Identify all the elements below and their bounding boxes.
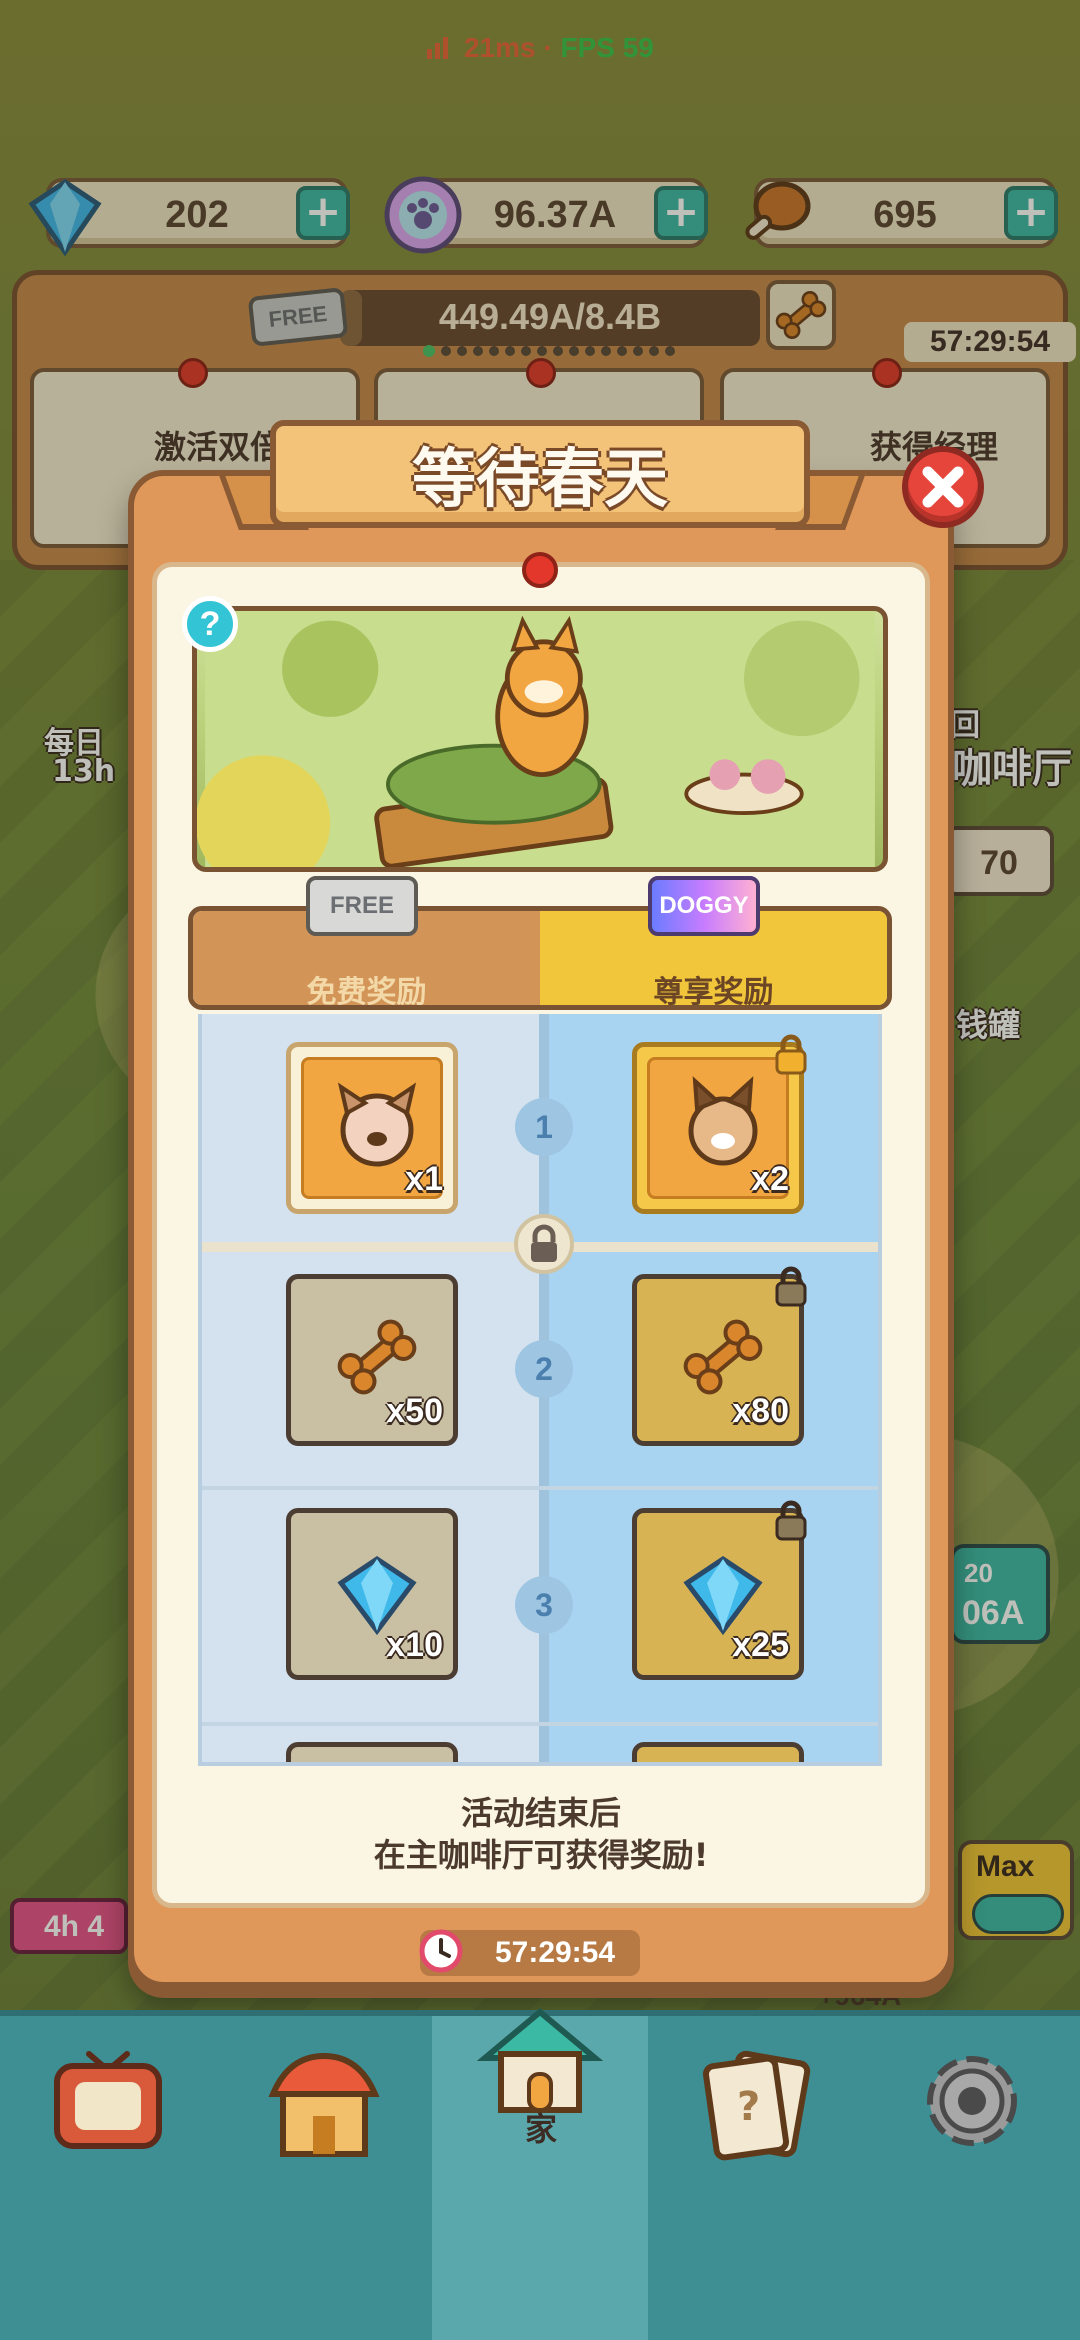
reward-slot-free-4[interactable] <box>286 1742 458 1762</box>
tv-ad-icon <box>54 2051 162 2149</box>
svg-text:?: ? <box>737 2084 760 2130</box>
reward-slot-free-1[interactable]: x1 <box>286 1042 458 1214</box>
reward-qty: x80 <box>732 1392 789 1430</box>
reward-slot-free-3[interactable]: x10 <box>286 1508 458 1680</box>
reward-qty: x2 <box>751 1160 789 1198</box>
reward-qty: x50 <box>386 1392 443 1430</box>
lock-icon <box>531 1224 557 1262</box>
settings-icon <box>927 2056 1017 2146</box>
shop-icon <box>268 2052 380 2157</box>
event-footer-note: 活动结束后 在主咖啡厅可获得奖励! <box>152 1792 930 1876</box>
close-icon <box>922 466 964 508</box>
free-tag: FREE <box>306 876 418 936</box>
reward-slot-premium-4[interactable] <box>632 1742 804 1762</box>
event-timer: 57:29:54 <box>494 1936 616 1969</box>
reward-slot-premium-2[interactable]: x80 <box>632 1266 807 1446</box>
row-divider <box>202 1486 878 1490</box>
event-banner <box>192 606 888 872</box>
reward-tabs: 免费奖励 尊享奖励 <box>188 906 892 1010</box>
cards-icon: ? <box>702 2050 811 2161</box>
nav-item-shop[interactable] <box>216 2016 432 2340</box>
level-number: 2 <box>515 1340 573 1398</box>
lock-icon <box>775 1034 807 1075</box>
close-button[interactable] <box>902 446 984 528</box>
tab-free-label: 免费奖励 <box>306 975 427 1010</box>
modal-title: 等待春天 <box>412 443 668 517</box>
reward-slot-premium-1[interactable]: x2 <box>632 1034 807 1214</box>
nav-item-ad-tv[interactable] <box>0 2016 216 2340</box>
pin-icon <box>522 552 558 588</box>
nav-item-cards[interactable]: ? <box>648 2016 864 2340</box>
tab-premium-label: 尊享奖励 <box>653 975 774 1010</box>
progress-lock <box>514 1214 574 1274</box>
footer-line-2: 在主咖啡厅可获得奖励! <box>373 1836 709 1874</box>
level-number: 1 <box>515 1098 573 1156</box>
help-button[interactable]: ? <box>182 596 238 652</box>
nav-item-settings[interactable] <box>864 2016 1080 2340</box>
doggy-pass-tag[interactable]: DOGGY <box>648 876 760 936</box>
nav-item-home[interactable] <box>432 2008 648 2340</box>
reward-qty: x1 <box>405 1160 443 1198</box>
reward-qty: x25 <box>732 1626 789 1664</box>
row-divider <box>202 1722 878 1726</box>
lock-icon <box>775 1500 807 1541</box>
reward-track[interactable]: 1 x1 x2 2 x50 x80 3 x10 x25 <box>198 1014 882 1766</box>
lock-icon <box>775 1266 807 1307</box>
corgi-garden-illustration <box>197 611 875 867</box>
footer-line-1: 活动结束后 <box>460 1794 621 1832</box>
level-number: 3 <box>515 1576 573 1634</box>
reward-slot-free-2[interactable]: x50 <box>286 1274 458 1446</box>
bottom-nav: ? <box>0 2008 1080 2340</box>
reward-qty: x10 <box>386 1626 443 1664</box>
clock-icon <box>419 1929 463 1973</box>
reward-slot-premium-3[interactable]: x25 <box>632 1500 807 1680</box>
nav-home-label: 家 <box>524 2110 557 2148</box>
